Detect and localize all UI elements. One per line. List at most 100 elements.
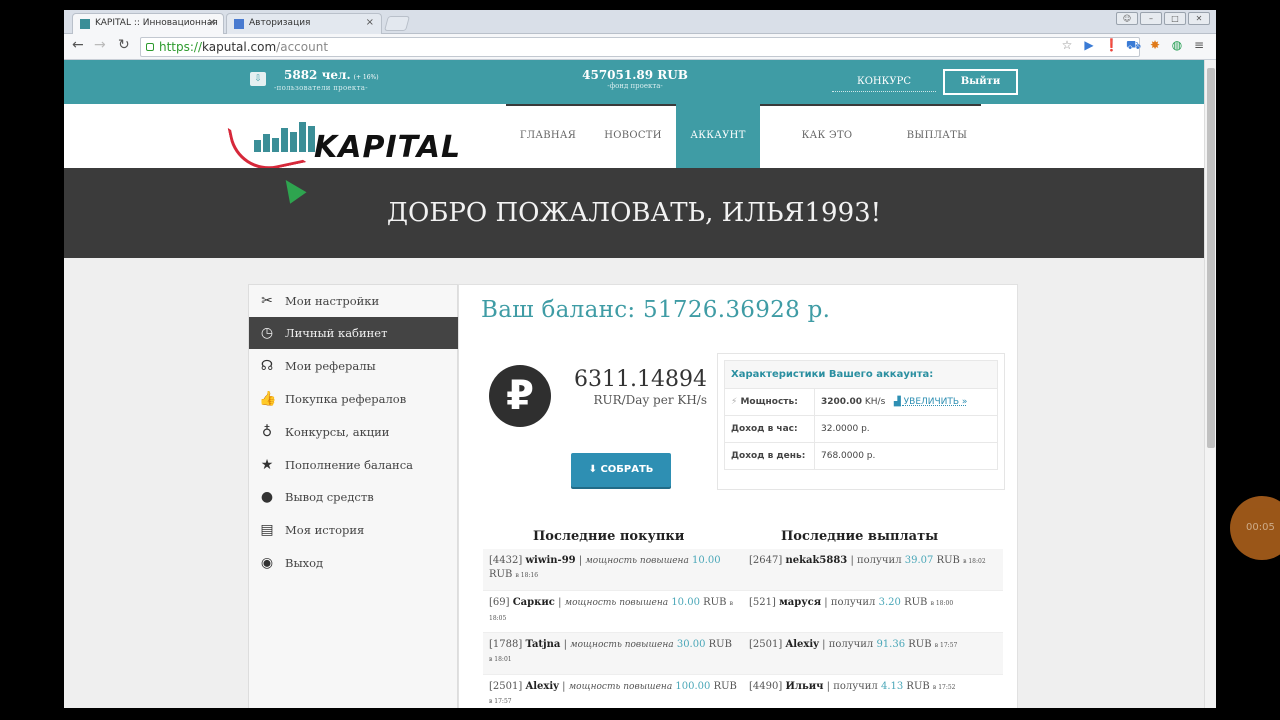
increase-link-label: УВЕЛИЧИТЬ » xyxy=(903,397,968,407)
entry-text: мощность повышена xyxy=(585,556,689,566)
menu-icon[interactable]: ≡ xyxy=(1192,38,1206,52)
entry-id: [2647] xyxy=(749,555,783,566)
sidebar-item-label: Личный кабинет xyxy=(285,326,388,340)
user-icon[interactable]: ☺ xyxy=(1116,12,1138,25)
sidebar-item-label: Выход xyxy=(285,556,324,570)
nav-home[interactable]: ГЛАВНАЯ xyxy=(516,104,580,168)
close-window-icon[interactable]: ✕ xyxy=(1188,12,1210,25)
logo-bars-icon[interactable] xyxy=(254,122,315,152)
entry-amount: 91.36 xyxy=(876,639,906,650)
entry-user[interactable]: Alexiy xyxy=(525,681,559,692)
sidebar-item-history[interactable]: ▤ Моя история xyxy=(249,514,459,546)
entry-id: [4490] xyxy=(749,681,783,692)
sidebar-item-exit[interactable]: ◉ Выход xyxy=(249,547,459,579)
entry-user[interactable]: Alexiy xyxy=(785,639,819,650)
entry-text: мощность повышена xyxy=(564,598,669,608)
entry-currency: RUB xyxy=(703,597,727,608)
back-icon[interactable]: ← xyxy=(72,37,84,53)
star-icon: ★ xyxy=(260,457,274,473)
tab-label: KAPITAL :: Инновационная xyxy=(95,18,218,28)
chart-icon: ▟ xyxy=(893,397,901,407)
list-item: [2501] Alexiy | получил 91.36 RUB в 17:5… xyxy=(743,633,1003,675)
extension-green-icon[interactable]: ◍ xyxy=(1170,38,1184,52)
kapital-favicon-icon xyxy=(80,19,90,29)
entry-user[interactable]: Саркис xyxy=(513,597,555,608)
history-icon: ▤ xyxy=(260,522,274,538)
sidebar-item-referrals[interactable]: ☊ Мои рефералы xyxy=(249,350,459,382)
users-icon: ⇩ xyxy=(250,72,266,86)
address-bar[interactable]: https://kaputal.com/account xyxy=(140,37,1140,57)
contest-link[interactable]: КОНКУРС xyxy=(832,76,936,92)
minimize-icon[interactable]: – xyxy=(1140,12,1162,25)
nav-how-it-works[interactable]: КАК ЭТО РАБОТАЕТ xyxy=(770,104,884,205)
clock-icon: ◷ xyxy=(260,325,274,341)
entry-user[interactable]: Ильич xyxy=(785,681,823,692)
window-controls: ☺ – □ ✕ xyxy=(1116,12,1210,25)
scrollbar-thumb[interactable] xyxy=(1207,68,1215,448)
maximize-icon[interactable]: □ xyxy=(1164,12,1186,25)
users-delta: (+ 16%) xyxy=(353,74,379,81)
globe-icon: ◉ xyxy=(260,555,274,571)
account-sidebar: ✂ Мои настройки ◷ Личный кабинет ☊ Мои рефе… xyxy=(248,284,467,708)
tab-auth[interactable]: Авторизация × xyxy=(226,13,382,34)
sidebar-item-contests[interactable]: ♁ Конкурсы, акции xyxy=(249,416,459,448)
sidebar-item-settings[interactable]: ✂ Мои настройки xyxy=(249,285,459,317)
logout-button[interactable]: Выйти xyxy=(943,69,1018,95)
nav-account[interactable]: АККАУНТ xyxy=(676,104,760,168)
entry-time: в 18:00 xyxy=(930,600,954,607)
rate-value: 6311.14894 xyxy=(574,367,707,392)
users-label: -пользователи проекта- xyxy=(274,84,368,92)
collect-button-label: СОБРАТЬ xyxy=(600,464,654,475)
new-tab-button[interactable] xyxy=(383,16,411,31)
users-count-value: 5882 чел. xyxy=(284,68,351,82)
entry-currency: RUB xyxy=(489,569,513,580)
entry-amount: 10.00 xyxy=(692,555,721,566)
coin-icon: ● xyxy=(260,489,274,505)
page-scrollbar[interactable] xyxy=(1204,60,1216,708)
entry-text: мощность повышена xyxy=(568,682,673,692)
purchases-list: [4432] wiwin-99 | мощность повышена 10.0… xyxy=(483,549,743,708)
sidebar-item-label: Покупка рефералов xyxy=(285,392,407,406)
cart-icon[interactable]: ⛟ xyxy=(1126,38,1141,52)
top-info-bar: ⇩ 5882 чел. (+ 16%) -пользователи проекта… xyxy=(64,60,1204,104)
entry-user[interactable]: nekak5883 xyxy=(785,555,847,566)
sidebar-item-buy-referrals[interactable]: 👍 Покупка рефералов xyxy=(249,383,459,415)
logo-text[interactable]: KAPITAL xyxy=(314,130,461,165)
entry-user[interactable]: маруся xyxy=(779,597,821,608)
nav-news[interactable]: НОВОСТИ xyxy=(600,104,666,168)
extension-fox-icon[interactable]: ✸ xyxy=(1148,38,1162,52)
extension-red-icon[interactable]: ❗ xyxy=(1104,38,1119,52)
close-tab-icon[interactable]: × xyxy=(208,17,216,28)
reload-icon[interactable]: ↻ xyxy=(118,37,130,53)
sidebar-item-withdraw[interactable]: ● Вывод средств xyxy=(249,481,459,513)
page: ⇩ 5882 чел. (+ 16%) -пользователи проекта… xyxy=(64,60,1204,708)
browser-toolbar: ← → ↻ https://kaputal.com/account ☆ ▶ ❗ … xyxy=(64,34,1216,60)
browser-window: KAPITAL :: Инновационная × Авторизация ×… xyxy=(64,10,1216,708)
site-favicon-icon xyxy=(234,19,244,29)
forward-icon[interactable]: → xyxy=(94,37,106,53)
ruble-icon: ₽ xyxy=(489,365,551,427)
nav-payouts[interactable]: ВЫПЛАТЫ xyxy=(902,104,972,168)
sidebar-item-deposit[interactable]: ★ Пополнение баланса xyxy=(249,449,459,481)
sidebar-item-cabinet[interactable]: ◷ Личный кабинет xyxy=(249,317,467,349)
entry-user[interactable]: Tatjna xyxy=(525,639,560,650)
url-host: kaputal.com xyxy=(202,40,277,54)
entry-id: [521] xyxy=(749,597,776,608)
hour-income-value: 32.0000 р. xyxy=(814,415,998,443)
extension-arrow-icon[interactable]: ▶ xyxy=(1082,38,1096,52)
tab-kapital[interactable]: KAPITAL :: Инновационная × xyxy=(72,13,224,34)
star-bookmark-icon[interactable]: ☆ xyxy=(1060,38,1074,52)
list-item: [2647] nekak5883 | получил 39.07 RUB в 1… xyxy=(743,549,1003,591)
collect-button[interactable]: ⬇ СОБРАТЬ xyxy=(571,453,671,487)
entry-time: в 17:57 xyxy=(489,698,512,705)
entry-id: [2501] xyxy=(749,639,783,650)
list-item: [4432] wiwin-99 | мощность повышена 10.0… xyxy=(483,549,743,591)
increase-link[interactable]: ▟ УВЕЛИЧИТЬ » xyxy=(894,397,968,407)
welcome-banner: ДОБРО ПОЖАЛОВАТЬ, ИЛЬЯ1993! xyxy=(64,168,1204,258)
fund-label: -фонд проекта- xyxy=(607,82,663,90)
entry-currency: RUB xyxy=(936,555,960,566)
entry-user[interactable]: wiwin-99 xyxy=(525,555,575,566)
purchases-title: Последние покупки xyxy=(533,529,685,544)
lock-icon xyxy=(146,43,154,51)
close-tab-icon[interactable]: × xyxy=(366,17,374,28)
